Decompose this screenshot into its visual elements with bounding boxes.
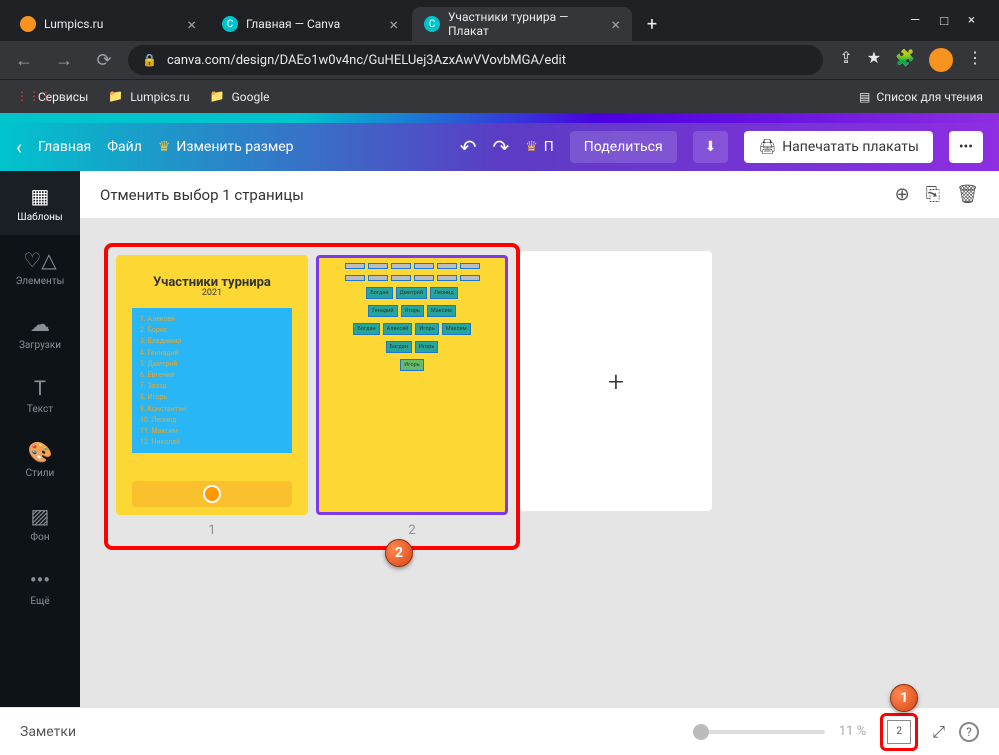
sidebar-uploads[interactable]: ☁ Загрузки [0,299,80,363]
crown-icon: ♛ [525,139,538,155]
tab-title: Участники турнира — Плакат [448,10,611,38]
tab-title: Lumpics.ru [44,17,103,31]
reading-list[interactable]: ▤ Список для чтения [859,90,983,104]
print-button[interactable]: 🖨 Напечатать плакаты [744,131,932,163]
canva-icon: C [424,16,440,32]
gradient-bar [0,113,999,123]
print-icon: 🖨 [758,139,776,155]
poster-title: Участники турнира [116,255,308,290]
menu-icon[interactable]: ⋮ [967,48,983,72]
poster-year: 2021 [116,288,308,298]
back-button[interactable]: ← [8,44,40,76]
lock-icon: 🔒 [142,53,157,67]
help-button[interactable]: ? [959,722,979,742]
star-icon[interactable]: ★ [867,48,881,72]
annotation-badge-1: 1 [890,684,918,712]
page-thumbnail-2[interactable]: БогданДмитрийЛеонид ГенадийИгорьМаксим Б… [316,255,508,515]
page-thumbnail-1[interactable]: Участники турнира 2021 1. Алексей2. Бори… [116,255,308,515]
tournament-bracket: БогданДмитрийЛеонид ГенадийИгорьМаксим Б… [316,255,508,385]
file-menu[interactable]: Файл [107,139,142,155]
sidebar-elements[interactable]: ♡△ Элементы [0,235,80,299]
poster-footer [132,481,292,507]
zoom-percent[interactable]: 11 % [839,724,866,739]
pages-selection: Участники турнира 2021 1. Алексей2. Бори… [104,243,520,550]
list-icon: ▤ [859,90,870,104]
share-icon[interactable]: ⇪ [839,48,852,72]
zoom-slider[interactable] [695,730,825,734]
background-icon: ▨ [31,504,50,528]
page-number: 1 [208,523,215,538]
reload-button[interactable]: ⟳ [88,44,120,76]
sidebar-templates[interactable]: ▦ Шаблоны [0,171,80,235]
grid-view-button[interactable]: 2 1 [880,713,918,751]
extension-icon[interactable]: 🧩 [895,48,915,72]
redo-button[interactable]: ↷ [492,135,509,159]
sidebar-more[interactable]: ••• Ещё [0,555,80,619]
bookmark-services[interactable]: ⋮⋮⋮ Сервисы [16,89,88,105]
undo-button[interactable]: ↶ [460,135,477,159]
selection-status: Отменить выбор 1 страницы [100,186,304,204]
notes-label[interactable]: Заметки [20,724,76,740]
crown-icon: ♛ [158,139,171,155]
more-button[interactable]: ••• [949,131,983,163]
forward-button[interactable]: → [48,44,80,76]
fullscreen-button[interactable]: ⤢ [932,722,945,742]
bookmark-google[interactable]: 📁 Google [210,89,270,105]
resize-button[interactable]: ♛ Изменить размер [158,139,294,155]
more-icon: ••• [30,568,50,592]
apps-icon: ⋮⋮⋮ [16,89,32,105]
add-page-card[interactable]: + [520,251,712,511]
avatar[interactable] [929,48,953,72]
page-number: 2 [408,523,415,538]
bookmark-lumpics[interactable]: 📁 Lumpics.ru [108,89,189,105]
tab-title: Главная — Canva [246,17,340,31]
styles-icon: 🎨 [28,440,53,464]
close-icon[interactable]: × [611,15,620,34]
share-button[interactable]: Поделиться [570,131,677,163]
close-window-icon[interactable]: × [968,13,975,29]
browser-tab-active[interactable]: C Участники турнира — Плакат × [412,7,632,41]
orange-icon [203,485,221,503]
uploads-icon: ☁ [30,312,50,336]
close-icon[interactable]: × [389,15,398,34]
canva-icon: C [222,16,238,32]
zoom-thumb[interactable] [693,724,709,740]
sidebar-text[interactable]: T Текст [0,363,80,427]
browser-tab[interactable]: Lumpics.ru × [8,7,208,41]
close-icon[interactable]: × [187,15,196,34]
delete-button[interactable]: 🗑 [956,184,979,205]
plus-icon: + [608,365,624,398]
lumpics-icon [20,16,36,32]
maximize-icon[interactable]: □ [940,13,948,29]
folder-icon: 📁 [108,89,124,105]
url-text: canva.com/design/DAEo1w0v4nc/GuHELUej3Az… [167,53,566,68]
sidebar-background[interactable]: ▨ Фон [0,491,80,555]
folder-icon: 📁 [210,89,226,105]
text-icon: T [34,376,46,400]
annotation-badge-2: 2 [385,539,413,567]
back-home[interactable]: ‹ [16,135,22,159]
templates-icon: ▦ [31,184,50,208]
participants-list: 1. Алексей2. Борис 3. Владимир4. Геннади… [132,308,292,453]
elements-icon: ♡△ [23,248,56,272]
duplicate-button[interactable]: ⎘ [926,184,940,205]
page-count: 2 [887,720,911,744]
sidebar-styles[interactable]: 🎨 Стили [0,427,80,491]
url-input[interactable]: 🔒 canva.com/design/DAEo1w0v4nc/GuHELUej3… [128,45,823,75]
new-tab-button[interactable]: + [638,10,666,38]
add-page-button[interactable]: ⊕ [895,184,910,205]
home-link[interactable]: Главная [38,139,91,155]
browser-tab[interactable]: C Главная — Canva × [210,7,410,41]
download-button[interactable]: ⬇ [693,131,729,163]
minimize-icon[interactable]: — [910,13,920,29]
premium-button[interactable]: ♛ П [525,139,554,155]
